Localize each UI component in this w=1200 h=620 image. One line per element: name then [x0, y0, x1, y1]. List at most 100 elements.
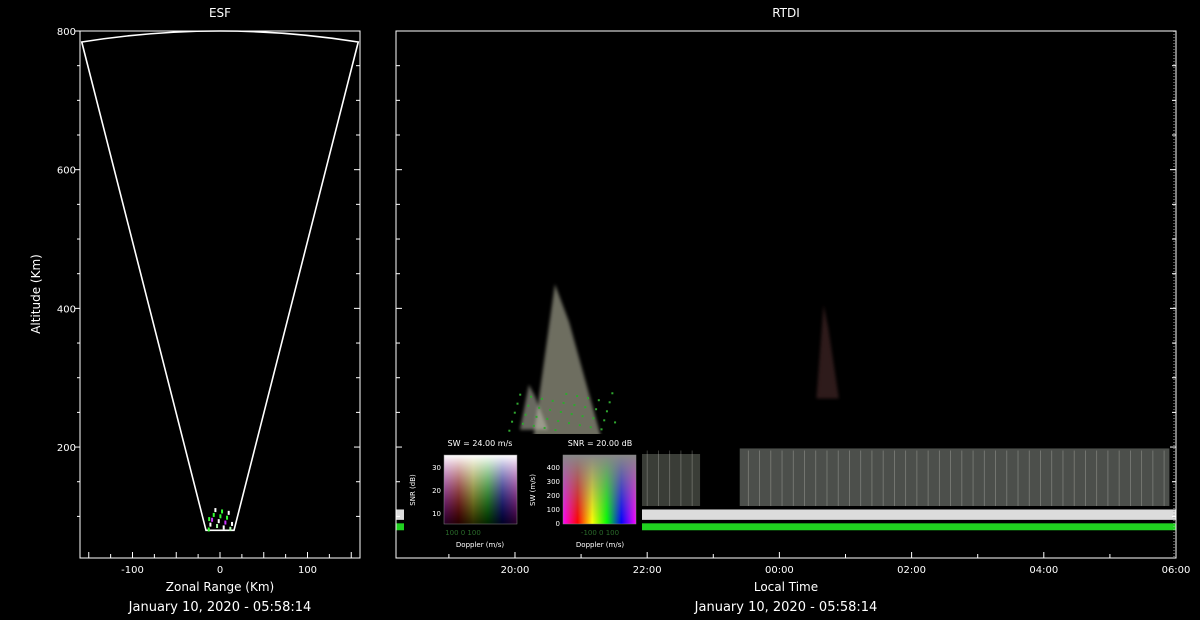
- rtdi-plume: [816, 304, 839, 399]
- esf-echo-point: [222, 525, 225, 530]
- esf-x-axis-label: Zonal Range (Km): [166, 580, 274, 594]
- legend-sw-tick-10: 10: [432, 510, 441, 518]
- legend-sw-tick-30: 30: [432, 464, 441, 472]
- rtdi-speckle: [608, 401, 611, 404]
- legend-sw-dark: [444, 455, 517, 524]
- esf-echo-point: [216, 524, 219, 529]
- rtdi-speckle: [540, 397, 543, 400]
- esf-axes-frame: [79, 30, 361, 559]
- esf-x-tick-label: -100: [121, 565, 144, 576]
- rtdi-footer-timestamp: January 10, 2020 - 05:58:14: [694, 600, 878, 615]
- legend-snr-tick-0: 0: [556, 520, 560, 528]
- rtdi-speckle: [519, 393, 522, 396]
- rtdi-speckle: [551, 399, 554, 402]
- esf-fan-outline: [80, 30, 360, 532]
- rtdi-speckle: [567, 422, 570, 425]
- rtdi-speckle: [584, 406, 587, 409]
- rtdi-speckle: [611, 392, 614, 395]
- esf-echo-point: [214, 508, 217, 513]
- esf-title: ESF: [209, 6, 231, 20]
- rtdi-speckle: [521, 422, 524, 425]
- rtdi-speckle: [562, 401, 565, 404]
- rtdi-speckle: [603, 419, 606, 422]
- esf-echo-point: [226, 515, 229, 520]
- esf-y-tick-label: 200: [57, 443, 76, 454]
- rtdi-speckle: [578, 424, 581, 427]
- esf-echo-point: [209, 522, 212, 527]
- esf-y-tick-label: 600: [57, 166, 76, 177]
- legend-snr: SNR = 20.00 dB 400 300 200 100 0 SW (m/s…: [524, 434, 642, 552]
- rtdi-x-tick-label: 20:00: [501, 565, 530, 576]
- esf-footer-timestamp: January 10, 2020 - 05:58:14: [128, 600, 312, 615]
- legend-snr-tick-100: 100: [547, 506, 560, 514]
- rtdi-speckle: [570, 413, 573, 416]
- rtdi-speckle: [600, 428, 603, 431]
- legend-snr-xlabel: Doppler (m/s): [576, 541, 624, 549]
- rtdi-speckle: [527, 404, 530, 407]
- esf-echo-point: [227, 510, 230, 515]
- esf-x-tick-label: 0: [217, 565, 223, 576]
- rtdi-speckle: [532, 424, 535, 427]
- esf-echo-point: [221, 509, 224, 514]
- rtdi-speckle: [524, 413, 527, 416]
- rtdi-speckle: [511, 420, 514, 423]
- rtdi-speckle: [595, 408, 598, 411]
- esf-echo-point: [208, 517, 211, 522]
- esf-y-tick-label: 400: [57, 304, 76, 315]
- rtdi-speckle: [559, 410, 562, 413]
- esf-panel: ESF -100 0 100 200 400 600 800 Zonal Range (K…: [29, 6, 361, 615]
- rtdi-speckle: [597, 399, 600, 402]
- esf-y-tick-label: 800: [57, 27, 76, 38]
- rtdi-speckle: [538, 406, 541, 409]
- rtdi-speckle: [614, 421, 617, 424]
- esf-echo-point: [229, 526, 232, 531]
- rtdi-x-tick-label: 04:00: [1029, 565, 1058, 576]
- esf-echo-point: [212, 512, 215, 517]
- esf-echo-cluster: [207, 508, 234, 532]
- rtdi-speckle: [530, 395, 533, 398]
- esf-echo-point: [207, 527, 210, 532]
- esf-y-axis-label: Altitude (Km): [29, 254, 43, 334]
- esf-x-ticks: -100 0 100: [88, 552, 352, 576]
- legend-snr-ylabel: SW (m/s): [529, 474, 537, 506]
- legend-snr-tick-400: 400: [547, 464, 560, 472]
- legend-sw-background-label: 100 0 100: [445, 529, 481, 537]
- radar-figure: ESF -100 0 100 200400600800 Zonal Range (K…: [29, 6, 1191, 615]
- legend-sw: SW = 24.00 m/s 30 20 10 SNR (dB) 100 0 1…: [404, 434, 524, 552]
- esf-fan-path: [80, 30, 360, 532]
- legend-sw-title: SW = 24.00 m/s: [448, 439, 513, 448]
- legend-sw-tick-20: 20: [432, 487, 441, 495]
- rtdi-speckle: [513, 411, 516, 414]
- rtdi-speckle: [546, 417, 549, 420]
- rtdi-speckle: [586, 397, 589, 400]
- rtdi-speckle: [508, 429, 511, 432]
- rtdi-plume: [533, 284, 601, 437]
- legend-snr-tick-200: 200: [547, 492, 560, 500]
- rtdi-speckle: [605, 410, 608, 413]
- legend-snr-title: SNR = 20.00 dB: [568, 439, 632, 448]
- legend-sw-xlabel: Doppler (m/s): [456, 541, 504, 549]
- rtdi-speckle: [581, 415, 584, 418]
- rtdi-speckle: [516, 402, 519, 405]
- legend-snr-grey: [563, 455, 636, 524]
- esf-echo-point: [224, 520, 227, 525]
- rtdi-x-tick-label: 02:00: [897, 565, 926, 576]
- rtdi-speckle: [576, 395, 579, 398]
- rtdi-layer-band: [633, 453, 701, 506]
- rtdi-speckle: [573, 404, 576, 407]
- rtdi-x-tick-label: 00:00: [765, 565, 794, 576]
- rtdi-speckle: [543, 426, 546, 429]
- esf-x-tick-label: 100: [298, 565, 317, 576]
- legend-snr-tick-300: 300: [547, 478, 560, 486]
- rtdi-speckle: [557, 420, 560, 423]
- rtdi-title: RTDI: [772, 6, 800, 20]
- esf-echo-point: [231, 521, 234, 526]
- rtdi-x-ticks: 20:00 22:00 00:00 02:00 04:00 06:00: [448, 552, 1191, 576]
- esf-y-ticks: 200 400 600 800: [57, 27, 360, 517]
- rtdi-x-tick-label: 22:00: [633, 565, 662, 576]
- esf-echo-point: [211, 517, 214, 522]
- rtdi-speckle: [554, 429, 557, 432]
- esf-echo-point: [219, 514, 222, 519]
- rtdi-speckle: [589, 426, 592, 429]
- rtdi-x-tick-label: 06:00: [1162, 565, 1191, 576]
